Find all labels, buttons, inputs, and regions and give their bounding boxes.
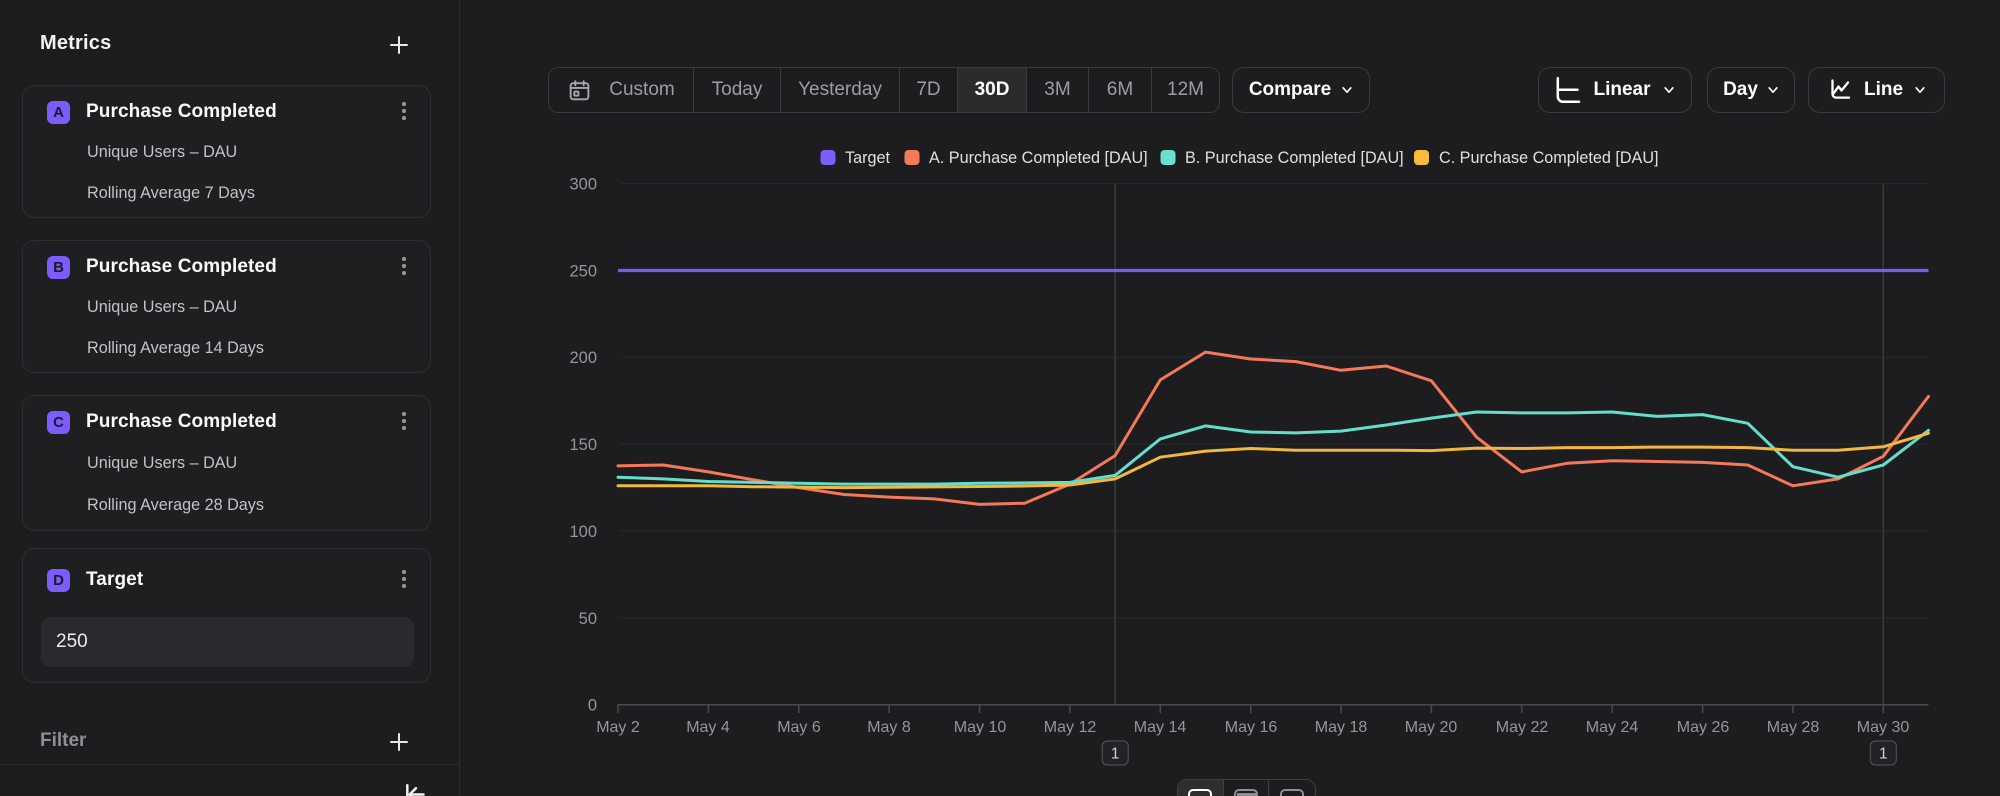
svg-text:May 20: May 20 (1405, 719, 1458, 736)
svg-text:May 2: May 2 (596, 719, 640, 736)
svg-text:May 22: May 22 (1496, 719, 1549, 736)
svg-text:50: 50 (579, 610, 597, 628)
svg-text:150: 150 (569, 436, 597, 454)
svg-text:250: 250 (569, 262, 597, 280)
svg-text:May 4: May 4 (686, 719, 730, 736)
svg-text:May 16: May 16 (1225, 719, 1278, 736)
svg-text:0: 0 (588, 697, 597, 715)
svg-text:1: 1 (1879, 746, 1888, 763)
svg-text:May 28: May 28 (1767, 719, 1820, 736)
svg-text:May 6: May 6 (777, 719, 821, 736)
svg-text:May 8: May 8 (867, 719, 911, 736)
svg-text:May 12: May 12 (1044, 719, 1097, 736)
svg-text:B. Purchase Completed [DAU]: B. Purchase Completed [DAU] (1185, 149, 1404, 167)
svg-text:100: 100 (569, 523, 597, 541)
svg-text:200: 200 (569, 349, 597, 367)
svg-text:A. Purchase Completed [DAU]: A. Purchase Completed [DAU] (929, 149, 1148, 167)
svg-text:May 10: May 10 (954, 719, 1007, 736)
svg-text:C. Purchase Completed [DAU]: C. Purchase Completed [DAU] (1439, 149, 1659, 167)
svg-text:1: 1 (1111, 746, 1120, 763)
svg-text:May 18: May 18 (1315, 719, 1368, 736)
svg-text:May 14: May 14 (1134, 719, 1187, 736)
svg-text:May 30: May 30 (1857, 719, 1910, 736)
svg-text:May 26: May 26 (1677, 719, 1730, 736)
svg-text:300: 300 (569, 176, 597, 194)
svg-text:Target: Target (845, 149, 890, 167)
svg-text:May 24: May 24 (1586, 719, 1639, 736)
